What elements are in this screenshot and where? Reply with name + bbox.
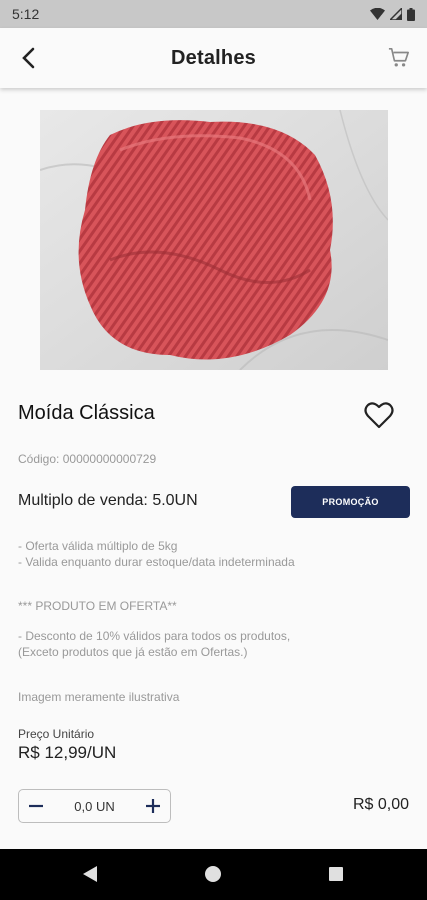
status-icons <box>370 7 415 21</box>
product-code-value: 00000000000729 <box>62 452 157 466</box>
minus-icon <box>29 804 43 808</box>
product-code-label: Código: <box>18 452 60 466</box>
circle-home-icon <box>205 866 221 882</box>
nav-back-button[interactable] <box>79 863 101 885</box>
status-bar: 5:12 <box>0 0 427 28</box>
unit-price-value: R$ 12,99/UN <box>18 743 117 762</box>
product-image <box>40 110 388 370</box>
image-disclaimer: Imagem meramente ilustrativa <box>18 690 180 704</box>
sale-multiple-label: Multiplo de venda: <box>18 492 148 509</box>
unit-price-label: Preço Unitário <box>18 727 95 741</box>
shopping-cart-icon <box>388 48 409 67</box>
nav-recents-button[interactable] <box>325 863 347 885</box>
quantity-value[interactable]: 0,0 UN <box>74 799 114 814</box>
decrease-quantity-button[interactable] <box>27 797 45 815</box>
battery-icon <box>407 7 415 21</box>
status-time: 5:12 <box>12 6 40 22</box>
offer-condition-line: - Oferta válida múltiplo de 5kg <box>18 539 178 553</box>
plus-icon <box>146 799 160 813</box>
sale-multiple: Multiplo de venda: 5.0UN <box>18 492 198 510</box>
discount-note-line: - Desconto de 10% válidos para todos os … <box>18 629 291 643</box>
arrow-back-icon <box>22 47 35 69</box>
sale-multiple-value: 5.0UN <box>152 492 198 509</box>
triangle-back-icon <box>83 866 97 882</box>
nav-home-button[interactable] <box>202 863 224 885</box>
discount-note-line: (Exceto produtos que já estão em Ofertas… <box>18 645 248 659</box>
square-recents-icon <box>329 867 343 881</box>
product-name: Moída Clássica <box>18 402 155 424</box>
signal-icon <box>390 8 402 20</box>
product-code: Código: 00000000000729 <box>18 452 156 466</box>
quantity-stepper: 0,0 UN <box>18 789 171 823</box>
system-navigation-bar <box>0 849 427 900</box>
page-title: Detalhes <box>171 46 256 69</box>
offer-heading: *** PRODUTO EM OFERTA** <box>18 599 177 613</box>
cart-button[interactable] <box>381 40 417 76</box>
app-bar: Detalhes <box>0 28 427 88</box>
increase-quantity-button[interactable] <box>144 797 162 815</box>
wifi-icon <box>370 8 385 20</box>
discount-note: - Desconto de 10% válidos para todos os … <box>18 628 290 660</box>
ground-meat-illustration <box>40 110 388 370</box>
heart-outline-icon <box>364 401 394 428</box>
offer-condition-line: - Valida enquanto durar estoque/data ind… <box>18 555 295 569</box>
offer-conditions: - Oferta válida múltiplo de 5kg - Valida… <box>18 538 295 570</box>
promo-badge[interactable]: PROMOÇÃO <box>291 486 410 518</box>
favorite-button[interactable] <box>362 399 396 431</box>
back-button[interactable] <box>10 40 46 76</box>
total-price: R$ 0,00 <box>352 796 409 813</box>
